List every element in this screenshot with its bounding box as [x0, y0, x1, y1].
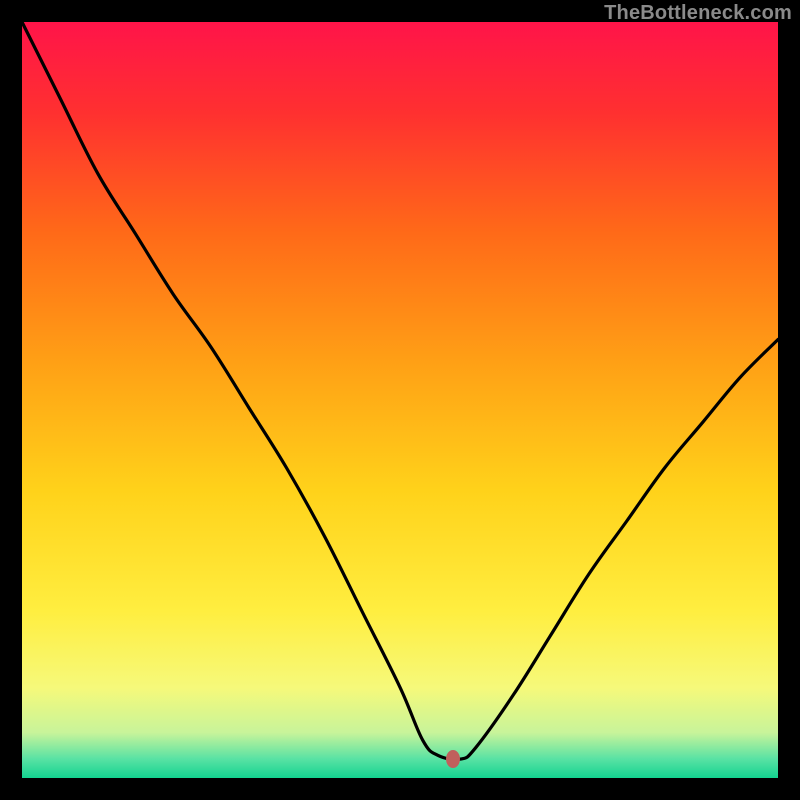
background-gradient	[22, 22, 778, 778]
optimal-point-marker	[446, 750, 460, 768]
watermark-text: TheBottleneck.com	[604, 2, 792, 25]
plot-area	[22, 22, 778, 778]
outer-frame: TheBottleneck.com	[0, 0, 800, 800]
